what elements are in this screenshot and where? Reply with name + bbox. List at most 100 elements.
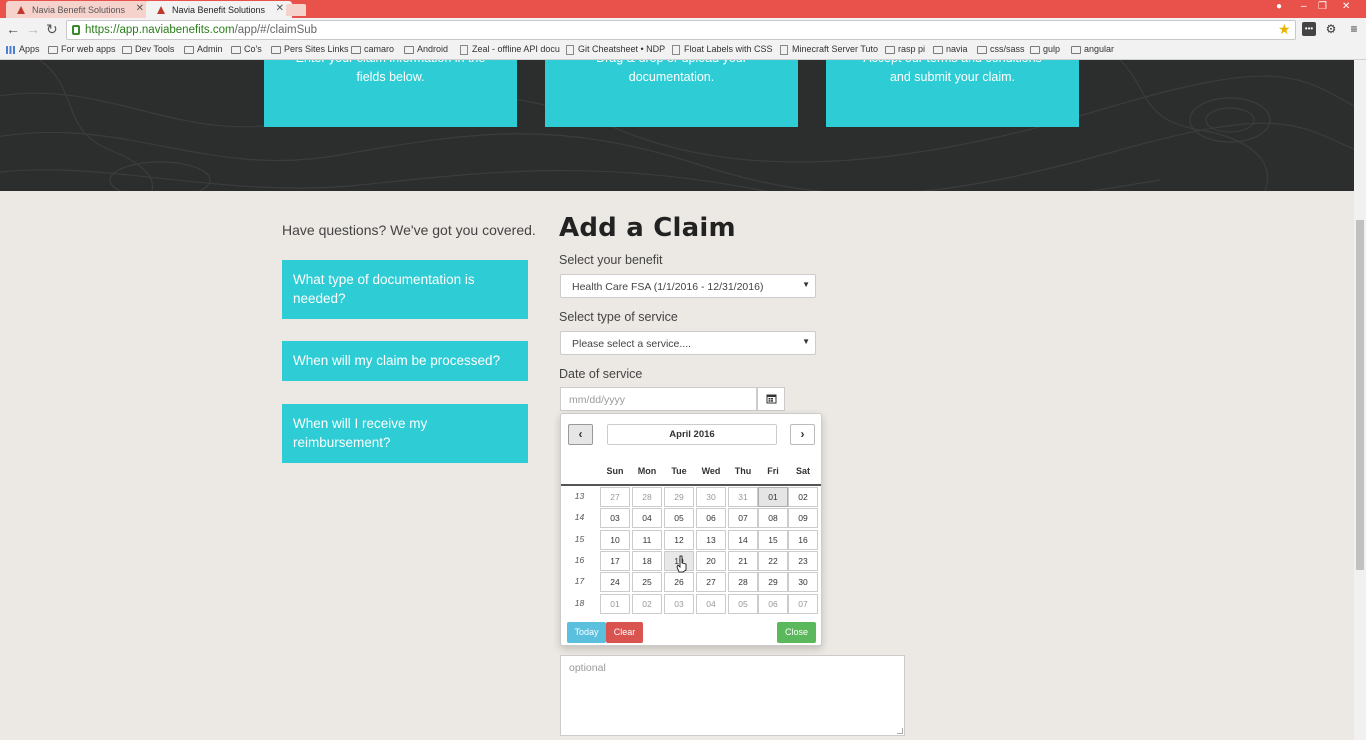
bookmark-star-icon[interactable]: ★ — [1278, 21, 1291, 38]
calendar-day[interactable]: 10 — [600, 529, 630, 550]
calendar-day[interactable]: 17 — [600, 550, 630, 571]
bookmark-item[interactable]: rasp pi — [885, 44, 925, 54]
bookmark-label: Dev Tools — [135, 44, 175, 54]
calendar-day[interactable]: 05 — [728, 593, 758, 614]
calendar-day[interactable]: 08 — [758, 508, 788, 529]
faq-reimbursement[interactable]: When will I receive my reimbursement? — [282, 404, 528, 463]
bookmark-item[interactable]: Dev Tools — [122, 44, 174, 54]
bookmark-item[interactable]: Admin — [184, 44, 223, 54]
browser-tab-active[interactable]: Navia Benefit Solutions ✕ — [146, 1, 292, 18]
calendar-day[interactable]: 23 — [788, 550, 818, 571]
back-arrow-icon[interactable]: ← — [6, 21, 20, 37]
today-button[interactable]: Today — [567, 622, 606, 643]
clear-button[interactable]: Clear — [606, 622, 643, 643]
bookmark-item[interactable]: angular — [1071, 44, 1114, 54]
hero-step-card: Drag & drop or upload your documentation… — [545, 60, 798, 127]
bookmark-item[interactable]: navia — [933, 44, 968, 54]
hand-pointer-cursor-icon — [676, 555, 687, 573]
service-type-select[interactable]: Please select a service.... ▼ — [560, 331, 816, 355]
bookmark-item[interactable]: css/sass — [977, 44, 1025, 54]
calendar-day[interactable]: 05 — [664, 508, 694, 529]
benefit-select[interactable]: Health Care FSA (1/1/2016 - 12/31/2016) … — [560, 274, 816, 298]
calendar-day[interactable]: 01 — [600, 593, 630, 614]
next-month-button[interactable]: › — [790, 424, 815, 445]
bookmark-item[interactable]: Android — [404, 44, 448, 54]
service-select-value: Please select a service.... — [572, 338, 692, 350]
bookmark-item[interactable]: Zeal - offline API docu — [459, 44, 560, 55]
menu-hamburger-icon[interactable]: ≡ — [1347, 22, 1361, 36]
calendar-day[interactable]: 04 — [632, 508, 662, 529]
browser-tab[interactable]: Navia Benefit Solutions ✕ — [6, 1, 152, 18]
folder-icon — [404, 46, 414, 54]
month-title-button[interactable]: April 2016 — [607, 424, 777, 445]
calendar-day[interactable]: 13 — [696, 529, 726, 550]
bookmark-item[interactable]: For web apps — [48, 44, 116, 54]
folder-icon — [1071, 46, 1081, 54]
calendar-day[interactable]: 30 — [788, 572, 818, 593]
calendar-day[interactable]: 06 — [696, 508, 726, 529]
calendar-day[interactable]: 22 — [758, 550, 788, 571]
calendar-day[interactable]: 24 — [600, 572, 630, 593]
calendar-day[interactable]: 09 — [788, 508, 818, 529]
user-profile-icon[interactable]: ● — [1276, 1, 1282, 12]
calendar-day[interactable]: 07 — [728, 508, 758, 529]
bookmark-item[interactable]: Co's — [231, 44, 262, 54]
calendar-day[interactable]: 03 — [600, 508, 630, 529]
scrollbar-thumb[interactable] — [1356, 220, 1364, 570]
window-close-icon[interactable]: ✕ — [1342, 1, 1350, 12]
calendar-toggle-button[interactable] — [757, 387, 785, 411]
bookmark-item[interactable]: Pers Sites Links — [271, 44, 349, 54]
page-scrollbar[interactable] — [1354, 60, 1366, 740]
calendar-day[interactable]: 02 — [788, 487, 818, 507]
calendar-day[interactable]: 20 — [696, 550, 726, 571]
bookmark-item[interactable]: Float Labels with CSS — [671, 44, 773, 55]
previous-month-button[interactable]: ‹ — [568, 424, 593, 445]
questions-title: Have questions? We've got you covered. — [282, 222, 536, 238]
calendar-day[interactable]: 06 — [758, 593, 788, 614]
calendar-day[interactable]: 31 — [728, 487, 758, 507]
calendar-day[interactable]: 16 — [788, 529, 818, 550]
bookmark-item[interactable]: Minecraft Server Tuto — [779, 44, 878, 55]
bookmark-item[interactable]: gulp — [1030, 44, 1060, 54]
new-tab-button[interactable] — [286, 4, 306, 16]
calendar-day[interactable]: 11 — [632, 529, 662, 550]
tab-close-icon[interactable]: ✕ — [136, 3, 144, 14]
calendar-day[interactable]: 30 — [696, 487, 726, 507]
calendar-day[interactable]: 03 — [664, 593, 694, 614]
faq-documentation[interactable]: What type of documentation is needed? — [282, 260, 528, 319]
calendar-day[interactable]: 18 — [632, 550, 662, 571]
settings-gear-icon[interactable]: ⚙ — [1324, 22, 1338, 36]
restore-icon[interactable]: ❐ — [1318, 1, 1327, 12]
calendar-day[interactable]: 15 — [758, 529, 788, 550]
address-bar[interactable]: https://app.naviabenefits.com/app/#/clai… — [66, 20, 1296, 40]
calendar-day[interactable]: 01 — [758, 487, 788, 507]
close-button[interactable]: Close — [777, 622, 816, 643]
calendar-day[interactable]: 28 — [728, 572, 758, 593]
calendar-day[interactable]: 27 — [696, 572, 726, 593]
minimize-icon[interactable]: – — [1301, 1, 1307, 12]
bookmark-item[interactable]: Apps — [6, 44, 40, 54]
calendar-day[interactable]: 28 — [632, 487, 662, 507]
forward-arrow-icon[interactable]: → — [26, 21, 40, 37]
calendar-day[interactable]: 21 — [728, 550, 758, 571]
faq-processing[interactable]: When will my claim be processed? — [282, 341, 528, 381]
benefit-label: Select your benefit — [559, 253, 663, 267]
calendar-day[interactable]: 14 — [728, 529, 758, 550]
date-of-service-input[interactable]: mm/dd/yyyy — [560, 387, 757, 411]
tab-close-icon[interactable]: ✕ — [276, 3, 284, 14]
extension-icon[interactable]: ••• — [1302, 22, 1316, 36]
calendar-day[interactable]: 29 — [758, 572, 788, 593]
calendar-day[interactable]: 07 — [788, 593, 818, 614]
calendar-day[interactable]: 26 — [664, 572, 694, 593]
calendar-day[interactable]: 27 — [600, 487, 630, 507]
notes-textarea[interactable]: optional — [560, 655, 905, 736]
calendar-day[interactable]: 04 — [696, 593, 726, 614]
calendar-day[interactable]: 29 — [664, 487, 694, 507]
calendar-day[interactable]: 12 — [664, 529, 694, 550]
bookmark-item[interactable]: Git Cheatsheet • NDP — [565, 44, 665, 55]
calendar-day[interactable]: 25 — [632, 572, 662, 593]
resize-grip-icon[interactable] — [897, 728, 903, 734]
reload-icon[interactable]: ↻ — [46, 21, 58, 38]
bookmark-item[interactable]: camaro — [351, 44, 394, 54]
calendar-day[interactable]: 02 — [632, 593, 662, 614]
